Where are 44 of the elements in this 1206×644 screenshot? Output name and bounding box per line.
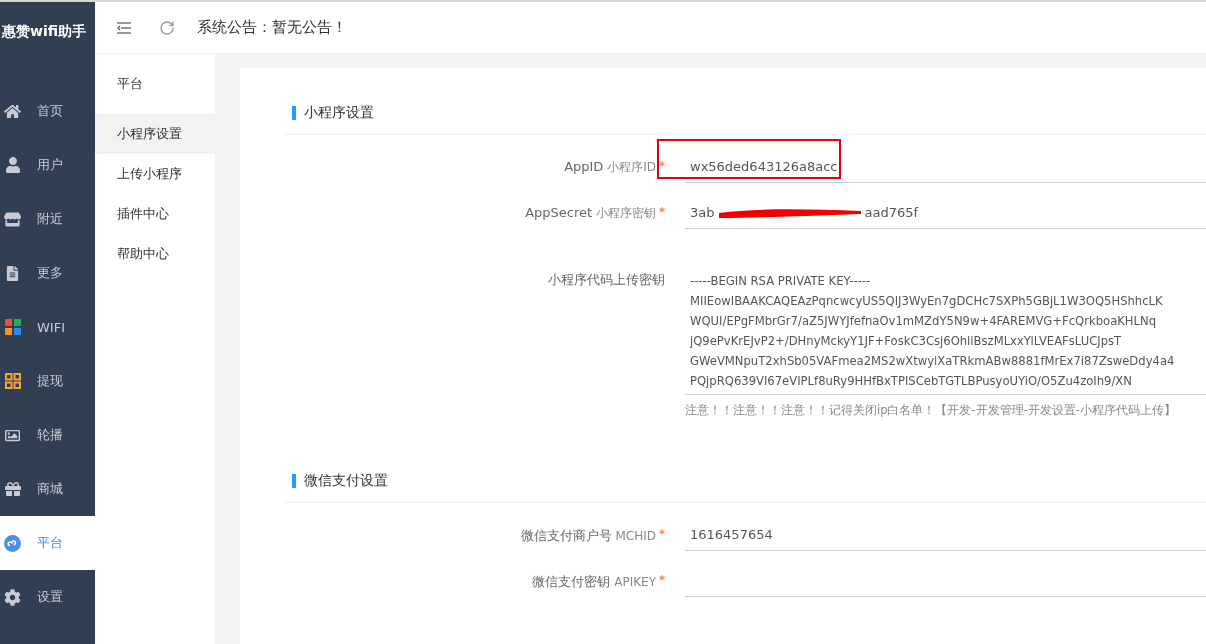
input-field[interactable]: wx56ded643126a8acc [685,151,1206,183]
field-label: 微信支付密钥 APIKEY [532,573,656,591]
input-field[interactable]: 1616457654 [685,519,1206,551]
sidebar-item[interactable]: 设置 [0,570,95,624]
sidebar-item[interactable]: 提现 [0,354,95,408]
link-icon [4,534,21,552]
required-mark: * [659,205,665,219]
field-label: 小程序代码上传密钥 [548,271,665,289]
sidebar-item[interactable]: 用户 [0,138,95,192]
grid-icon [4,373,21,389]
section-title: 微信支付设置 [304,472,388,490]
sidebar-item[interactable]: 更多 [0,246,95,300]
sidebar-item[interactable]: WIFI [0,300,95,354]
sidebar-item[interactable]: 商城 [0,462,95,516]
sidebar-item[interactable]: 平台 [0,516,95,570]
field-label: AppID 小程序ID [564,159,656,176]
image-icon [5,427,20,443]
field-label: 微信支付商户号 MCHID [520,527,656,545]
hint-text: 注意！！注意！！注意！！记得关闭ip白名单！【开发-开发管理-开发设置-小程序代码上传】 [685,403,1177,418]
submenu-item[interactable]: 小程序设置 [95,114,215,154]
sidebar-item[interactable]: 轮播 [0,408,95,462]
section-marker [292,106,296,120]
input-field[interactable]: 3ab aad765f [685,197,1206,229]
required-mark: * [659,527,665,541]
required-mark: * [659,573,665,587]
store-icon [4,210,21,228]
document-icon [5,265,20,281]
gift-icon [4,481,21,497]
home-icon [4,102,21,120]
submenu-title: 平台 [116,75,144,93]
menu-icon[interactable] [117,21,131,34]
sidebar-item[interactable]: 附近 [0,192,95,246]
settings-icon [4,588,21,606]
notice-text: 系统公告：暂无公告！ [197,18,347,37]
key-textarea[interactable]: -----BEGIN RSA PRIVATE KEY----- MIIEowIBAAKCAQEAzPqncwcyUS5QIJ3WyEn7gDCHc7SXPh5GBjL1W3OQ5HShhcLK WQUI/EPgFMbrGr7/aZ5JWYJfefnaOv1mMZdY5N9w+4FAREMVG+FcQrkboaKHLNq jQ9ePvKrEJvP2+/DHnyMckyY1JF+FoskC3Csj6OhliBszMLxxYiLVEAFsLUCJpsT GWeVMNpuT2xhSb05VAFmea2MS2wXtwyiXaTRkmABw8881fMrEx7i87ZsweDdy4a4 PQjpRQ639VI67eVIPLf8uRy9HHfBxTPISCebTGTLBPusyoUYiO/O5Zu4zoIh9/XN [685,263,1206,395]
app-title: 惠赞wifi助手 [0,22,88,41]
user-icon [4,157,21,173]
required-mark: * [659,159,665,173]
refresh-icon[interactable] [159,19,175,36]
section-marker [292,474,296,488]
field-label: AppSecret 小程序密钥 [525,205,656,222]
section-title: 小程序设置 [304,104,374,122]
sidebar-item[interactable]: 首页 [0,84,95,138]
squares-icon [4,319,21,335]
